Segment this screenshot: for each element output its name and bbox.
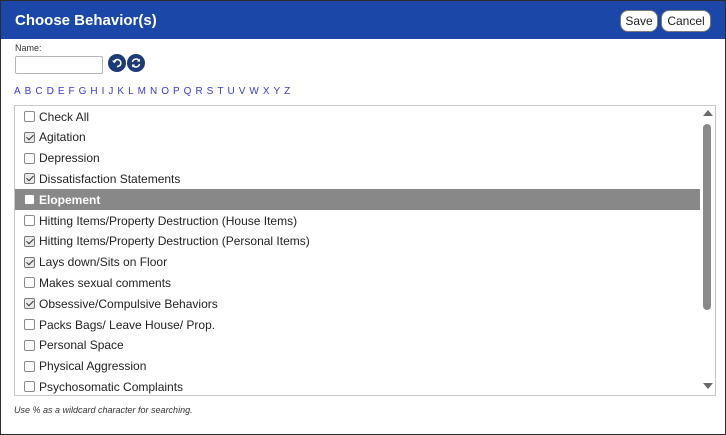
letter-link-s[interactable]: S — [207, 86, 214, 97]
alphabet-filter: ABCDEFGHIJKLMNOPQRSTUVWXYZ — [14, 86, 294, 97]
letter-link-o[interactable]: O — [161, 86, 169, 97]
letter-link-d[interactable]: D — [47, 86, 54, 97]
item-label: Hitting Items/Property Destruction (Pers… — [39, 234, 310, 249]
letter-link-c[interactable]: C — [35, 86, 42, 97]
item-label: Lays down/Sits on Floor — [39, 255, 168, 270]
scroll-down-arrow-icon[interactable] — [703, 383, 713, 389]
undo-icon — [112, 58, 122, 68]
choose-behavior-dialog: Choose Behavior(s) Save Cancel Name: ABC… — [0, 0, 726, 435]
list-item[interactable]: Obsessive/Compulsive Behaviors — [15, 293, 700, 314]
letter-link-k[interactable]: K — [117, 86, 124, 97]
letter-link-w[interactable]: W — [249, 86, 258, 97]
letter-link-q[interactable]: Q — [184, 86, 192, 97]
list-item[interactable]: Makes sexual comments — [15, 272, 700, 293]
list-item[interactable]: Packs Bags/ Leave House/ Prop. — [15, 314, 700, 335]
item-checkbox[interactable] — [24, 215, 35, 226]
name-label: Name: — [15, 43, 42, 53]
letter-link-n[interactable]: N — [150, 86, 157, 97]
letter-link-g[interactable]: G — [79, 86, 87, 97]
save-button[interactable]: Save — [620, 10, 658, 32]
check-all-row[interactable]: Check All — [15, 106, 700, 127]
list-item[interactable]: Elopement — [15, 189, 700, 211]
dialog-titlebar: Choose Behavior(s) Save Cancel — [1, 1, 725, 39]
item-label: Makes sexual comments — [39, 275, 172, 290]
list-scrollbar[interactable] — [701, 106, 715, 395]
item-checkbox[interactable] — [24, 339, 35, 351]
item-label: Dissatisfaction Statements — [39, 171, 181, 186]
list-item[interactable]: Agitation — [15, 127, 700, 148]
item-checkbox[interactable] — [24, 277, 35, 289]
letter-link-m[interactable]: M — [138, 86, 146, 97]
list-item[interactable]: Psychosomatic Complaints — [15, 376, 700, 395]
letter-link-j[interactable]: J — [108, 86, 113, 97]
letter-link-z[interactable]: Z — [284, 86, 290, 97]
item-checkbox[interactable] — [24, 131, 35, 143]
letter-link-l[interactable]: L — [128, 86, 134, 97]
undo-button[interactable] — [108, 54, 126, 72]
item-label: Obsessive/Compulsive Behaviors — [39, 296, 218, 311]
item-checkbox[interactable] — [24, 235, 35, 247]
item-label: Psychosomatic Complaints — [39, 379, 184, 394]
item-checkbox[interactable] — [24, 173, 35, 185]
item-checkbox[interactable] — [24, 360, 35, 372]
item-label: Personal Space — [39, 338, 124, 353]
cancel-button[interactable]: Cancel — [661, 10, 711, 32]
refresh-icon — [131, 58, 141, 68]
item-label: Check All — [39, 109, 90, 124]
scrollbar-thumb[interactable] — [703, 124, 711, 310]
item-checkbox[interactable] — [24, 298, 35, 310]
letter-link-y[interactable]: Y — [273, 86, 280, 97]
item-label: Hitting Items/Property Destruction (Hous… — [39, 213, 298, 228]
letter-link-f[interactable]: F — [68, 86, 74, 97]
item-label: Elopement — [39, 192, 101, 207]
refresh-button[interactable] — [127, 54, 145, 72]
name-search-input[interactable] — [15, 56, 103, 74]
item-label: Agitation — [39, 130, 86, 145]
list-item[interactable]: Physical Aggression — [15, 356, 700, 377]
item-checkbox[interactable] — [24, 319, 35, 330]
letter-link-r[interactable]: R — [195, 86, 202, 97]
wildcard-hint: Use % as a wildcard character for search… — [14, 405, 193, 415]
letter-link-t[interactable]: T — [217, 86, 223, 97]
list-item[interactable]: Hitting Items/Property Destruction (Pers… — [15, 231, 700, 252]
letter-link-u[interactable]: U — [227, 86, 234, 97]
list-item[interactable]: Dissatisfaction Statements — [15, 168, 700, 189]
behavior-list[interactable]: Check All Agitation Depression Dissatisfact… — [14, 105, 716, 396]
list-item[interactable]: Hitting Items/Property Destruction (Hous… — [15, 210, 700, 231]
letter-link-b[interactable]: B — [25, 86, 32, 97]
item-label: Physical Aggression — [39, 359, 147, 374]
item-checkbox[interactable] — [24, 381, 35, 393]
item-label: Packs Bags/ Leave House/ Prop. — [39, 317, 216, 332]
letter-link-a[interactable]: A — [14, 86, 21, 97]
list-item[interactable]: Lays down/Sits on Floor — [15, 252, 700, 273]
list-item[interactable]: Depression — [15, 148, 700, 169]
scroll-up-arrow-icon[interactable] — [703, 110, 713, 116]
letter-link-e[interactable]: E — [58, 86, 65, 97]
letter-link-p[interactable]: P — [173, 86, 180, 97]
dialog-title: Choose Behavior(s) — [15, 12, 157, 29]
item-checkbox[interactable] — [24, 152, 35, 164]
item-label: Depression — [39, 151, 100, 166]
letter-link-i[interactable]: I — [102, 86, 105, 97]
item-checkbox[interactable] — [24, 256, 35, 268]
letter-link-v[interactable]: V — [239, 86, 246, 97]
check-all-checkbox[interactable] — [24, 111, 35, 122]
letter-link-h[interactable]: H — [90, 86, 97, 97]
letter-link-x[interactable]: X — [263, 86, 270, 97]
item-checkbox[interactable] — [24, 194, 35, 206]
list-item[interactable]: Personal Space — [15, 335, 700, 356]
